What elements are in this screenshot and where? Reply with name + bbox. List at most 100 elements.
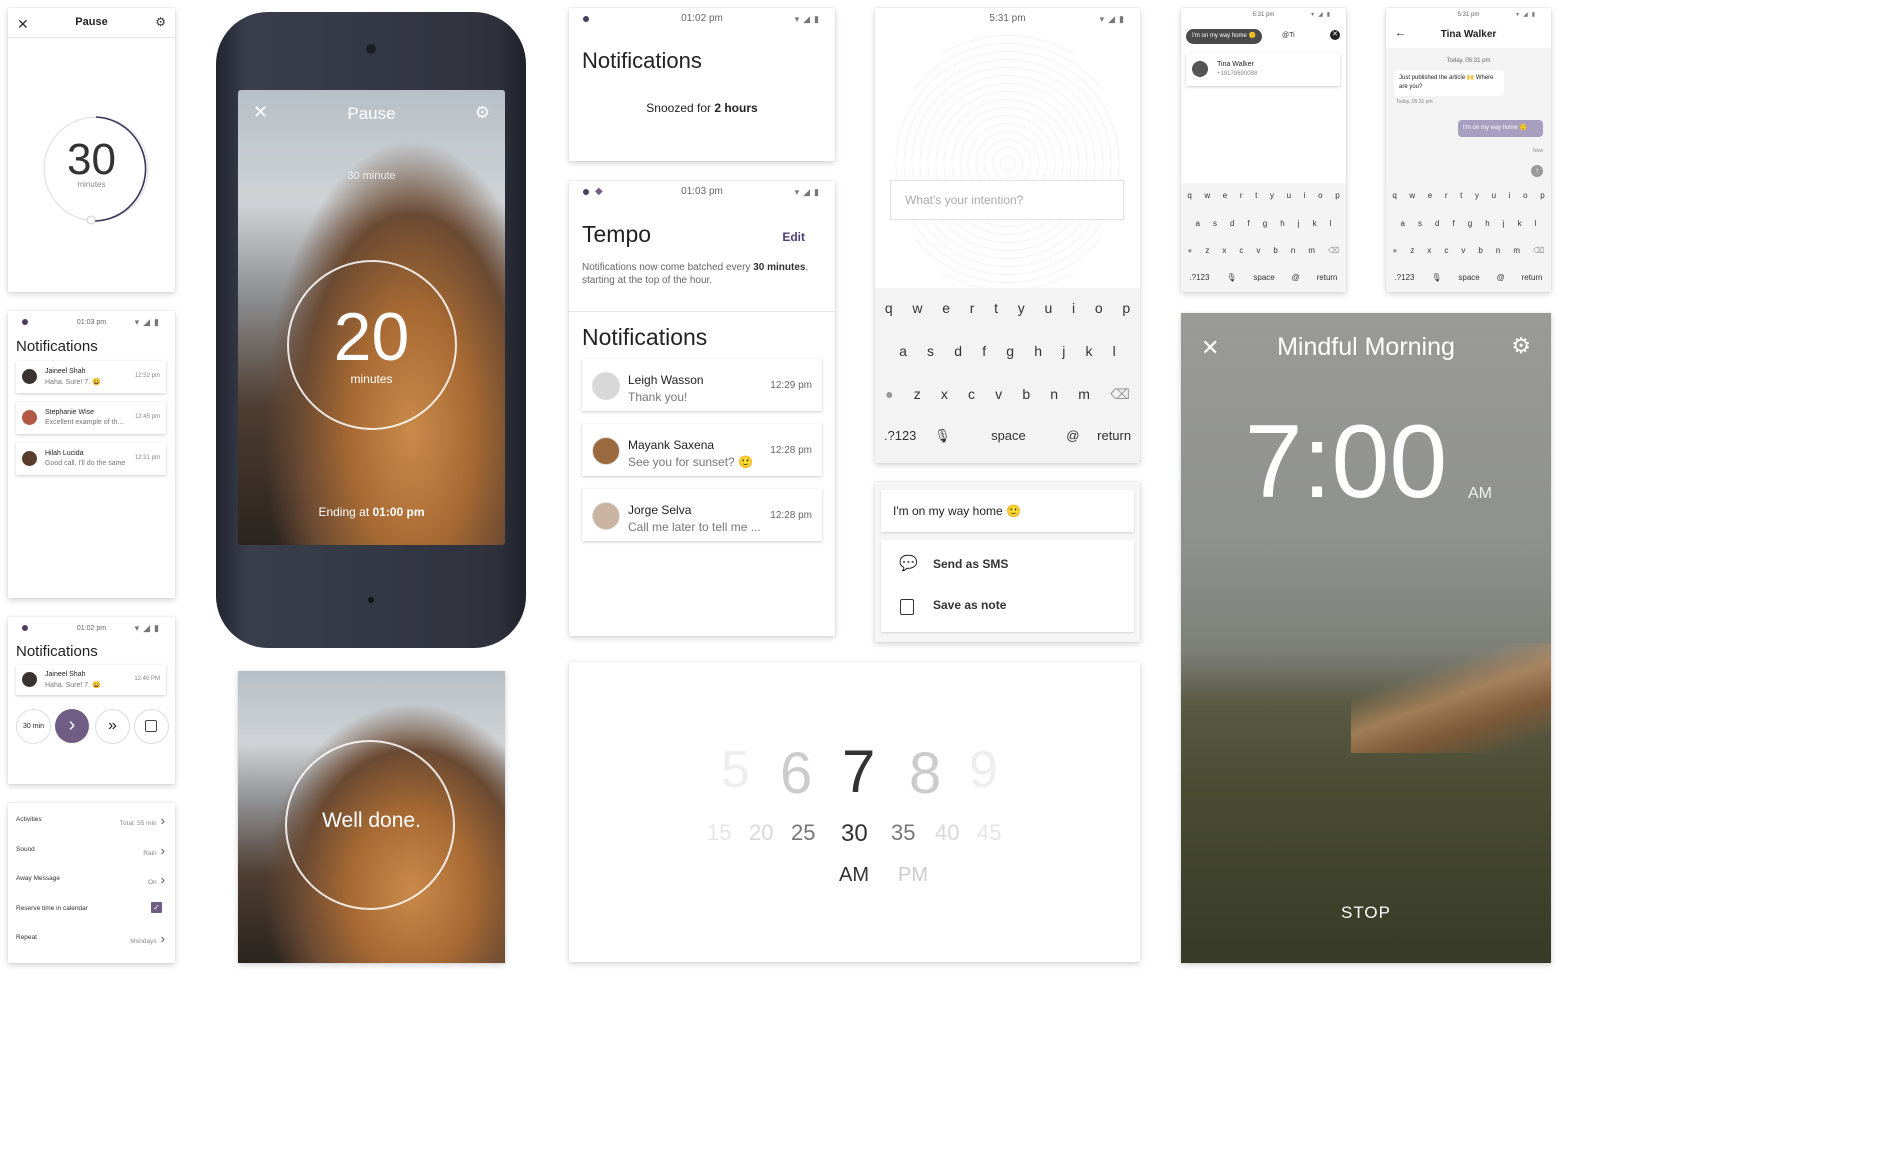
key[interactable]: x [1427, 246, 1431, 255]
symbols-key[interactable]: .?123 [884, 428, 917, 444]
key[interactable]: p [1335, 191, 1339, 200]
key[interactable]: v [1461, 246, 1465, 255]
key[interactable]: z [1410, 246, 1414, 255]
key[interactable]: s [1418, 219, 1422, 228]
next-button[interactable]: › [55, 709, 89, 743]
search-query[interactable]: @Ti [1282, 32, 1295, 39]
key[interactable]: a [1401, 219, 1405, 228]
key[interactable]: c [968, 386, 975, 403]
key[interactable]: x [1222, 246, 1226, 255]
clear-icon[interactable]: ✕ [1330, 30, 1340, 40]
settings-row[interactable]: Away Message On [8, 872, 175, 888]
key[interactable]: u [1287, 191, 1291, 200]
key[interactable]: e [1428, 191, 1432, 200]
key[interactable]: r [970, 300, 975, 316]
snooze-30-button[interactable]: 30 min [16, 709, 51, 744]
key[interactable]: o [1318, 191, 1322, 200]
list-item[interactable]: Leigh Wasson Thank you! 12:29 pm [582, 359, 822, 411]
list-item[interactable]: Jorge Selva Call me later to tell me ... 1… [582, 489, 822, 541]
save-note-button[interactable]: Save as note [881, 585, 1134, 630]
key[interactable]: m [1078, 386, 1090, 403]
key[interactable]: s [927, 343, 934, 359]
key[interactable]: h [1034, 343, 1042, 359]
key[interactable]: c [1239, 246, 1243, 255]
minute-option[interactable]: 45 [977, 820, 1001, 846]
key[interactable]: h [1280, 219, 1284, 228]
key[interactable]: l [1535, 219, 1537, 228]
key[interactable]: m [1513, 246, 1520, 255]
mic-icon[interactable]: 🎙 [1226, 273, 1236, 282]
key[interactable]: b [1022, 386, 1030, 403]
key[interactable]: z [914, 386, 921, 403]
key[interactable]: j [1298, 219, 1300, 228]
message-chip[interactable]: I'm on my way home 🙂 [1186, 29, 1262, 44]
key[interactable]: y [1018, 300, 1025, 316]
key[interactable]: j [1503, 219, 1505, 228]
key[interactable]: x [941, 386, 948, 403]
key[interactable]: i [1072, 300, 1075, 316]
key[interactable]: n [1496, 246, 1500, 255]
minute-option[interactable]: 20 [749, 820, 773, 846]
key[interactable]: q [885, 300, 893, 316]
key[interactable]: i [1509, 191, 1511, 200]
key[interactable]: g [1468, 219, 1472, 228]
key[interactable]: a [899, 343, 907, 359]
gear-icon[interactable]: ⚙ [155, 15, 166, 29]
list-item[interactable]: Stephanie Wise Excellent example of th...… [16, 402, 166, 434]
space-key[interactable]: space [1458, 273, 1479, 282]
key[interactable]: p [1122, 300, 1130, 316]
hour-option[interactable]: 5 [721, 740, 750, 800]
fast-forward-button[interactable]: » [95, 709, 130, 744]
list-item[interactable]: Mayank Saxena See you for sunset? 🙂 12:28 … [582, 424, 822, 476]
return-key[interactable]: return [1317, 273, 1338, 282]
hour-option[interactable]: 7 [842, 737, 875, 806]
key[interactable]: f [982, 343, 986, 359]
key[interactable]: q [1187, 191, 1191, 200]
send-sms-button[interactable]: 💬 Send as SMS [881, 540, 1134, 585]
settings-row[interactable]: Activities Total: 55 min [8, 813, 175, 829]
space-key[interactable]: space [968, 428, 1048, 444]
key[interactable]: u [1492, 191, 1496, 200]
key[interactable]: a [1196, 219, 1200, 228]
key[interactable]: g [1263, 219, 1267, 228]
intention-input[interactable]: What's your intention? [890, 180, 1124, 220]
contact-result[interactable]: Tina Walker +19178690088 [1186, 53, 1340, 86]
list-item[interactable]: Jaineel Shah Haha. Sure! 7. 😀 12:52 pm [16, 361, 166, 393]
key[interactable]: k [1085, 343, 1092, 359]
key[interactable]: m [1308, 246, 1315, 255]
shift-key[interactable]: ● [885, 386, 893, 403]
shift-key[interactable]: ● [1393, 246, 1398, 255]
send-icon[interactable]: ↑ [1531, 165, 1543, 177]
key[interactable]: h [1485, 219, 1489, 228]
key[interactable]: d [1230, 219, 1234, 228]
minute-option[interactable]: 40 [935, 820, 959, 846]
hour-option[interactable]: 9 [969, 740, 998, 800]
key[interactable]: w [912, 300, 922, 316]
minute-option[interactable]: 15 [707, 820, 731, 846]
return-key[interactable]: return [1097, 428, 1131, 444]
key[interactable]: g [1006, 343, 1014, 359]
key[interactable]: u [1044, 300, 1052, 316]
am-option[interactable]: AM [839, 864, 869, 887]
key[interactable]: v [995, 386, 1002, 403]
minute-option[interactable]: 25 [791, 820, 815, 846]
settings-row[interactable]: Repeat Mondays [8, 931, 175, 947]
key[interactable]: j [1062, 343, 1065, 359]
key[interactable]: y [1270, 191, 1274, 200]
hour-option[interactable]: 8 [909, 740, 941, 807]
stop-button[interactable]: STOP [1181, 903, 1551, 923]
key[interactable]: b [1273, 246, 1277, 255]
key[interactable]: l [1113, 343, 1116, 359]
shift-key[interactable]: ● [1188, 246, 1193, 255]
key[interactable]: w [1409, 191, 1415, 200]
backspace-icon[interactable]: ⌫ [1328, 246, 1339, 255]
gear-icon[interactable]: ⚙ [475, 103, 490, 123]
settings-row[interactable]: Sound Rain [8, 843, 175, 859]
at-key[interactable]: @ [1292, 273, 1300, 282]
key[interactable]: i [1304, 191, 1306, 200]
key[interactable]: d [954, 343, 962, 359]
key[interactable]: t [1460, 191, 1462, 200]
key[interactable]: k [1518, 219, 1522, 228]
key[interactable]: t [1255, 191, 1257, 200]
key[interactable]: k [1313, 219, 1317, 228]
